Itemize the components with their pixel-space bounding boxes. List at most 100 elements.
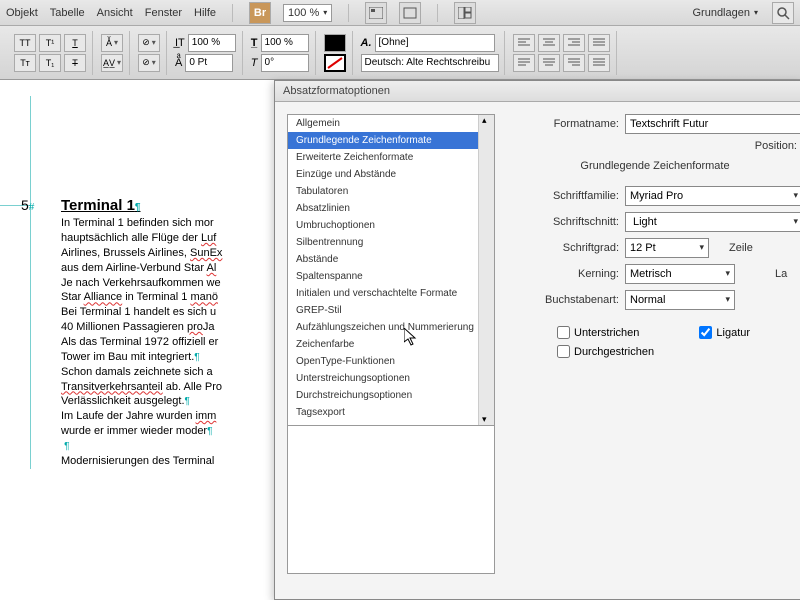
body-line: Schon damals zeichnete sich a (61, 365, 280, 380)
justify-center-btn[interactable] (538, 54, 560, 72)
heading: Terminal 1 (61, 196, 280, 216)
fontsize-label: Schriftgrad: (507, 242, 625, 254)
skew-input[interactable] (261, 54, 309, 72)
category-item[interactable]: Silbentrennung (288, 234, 494, 251)
position-label: Position: (507, 140, 800, 152)
hscale-icon: T̲ (251, 37, 258, 49)
category-item[interactable]: Abstände (288, 251, 494, 268)
vscale-input[interactable] (188, 34, 236, 52)
fontfamily-label: Schriftfamilie: (507, 190, 625, 202)
fontfamily-select[interactable]: Myriad Pro (625, 186, 800, 206)
separator (348, 4, 349, 22)
align-left-btn[interactable] (513, 34, 535, 52)
case-label: Buchstabenart: (507, 294, 625, 306)
tracking-av-btn[interactable]: A̲V̲ (101, 54, 123, 72)
skew-icon: T (251, 57, 258, 69)
justify-right-btn[interactable] (563, 54, 585, 72)
scrollbar[interactable] (478, 115, 494, 425)
body-line: wurde er immer wieder moder (61, 424, 280, 439)
body-line: Bei Terminal 1 handelt es sich u (61, 305, 280, 320)
category-item[interactable]: OpenType-Funktionen (288, 353, 494, 370)
superscript-btn[interactable]: T¹ (39, 34, 61, 52)
underline-btn[interactable]: T (64, 34, 86, 52)
category-item[interactable]: Allgemein (288, 115, 494, 132)
category-item[interactable]: Durchstreichungsoptionen (288, 387, 494, 404)
text-frame[interactable]: 5 Terminal 1 In Terminal 1 befinden sich… (30, 96, 280, 469)
category-item[interactable]: Umbruchoptionen (288, 217, 494, 234)
kerning-av-btn[interactable]: Aͮ (101, 34, 123, 52)
body-line: Als das Terminal 1972 offiziell er (61, 335, 280, 350)
body-line: aus dem Airline-Verbund Star Al (61, 261, 280, 276)
category-item[interactable]: GREP-Stil (288, 302, 494, 319)
menu-objekt[interactable]: Objekt (6, 7, 38, 19)
workspace-switcher[interactable]: Grundlagen▾ (686, 5, 764, 21)
category-item[interactable]: Spaltenspanne (288, 268, 494, 285)
menu-fenster[interactable]: Fenster (145, 7, 182, 19)
paragraph-style-options-dialog: Absatzformatoptionen AllgemeinGrundlegen… (274, 80, 800, 600)
fontstyle-select[interactable]: Light (625, 212, 800, 232)
dialog-title: Absatzformatoptionen (275, 81, 800, 102)
category-item[interactable]: Grundlegende Zeichenformate (288, 132, 494, 149)
section-heading: Grundlegende Zeichenformate (507, 160, 800, 172)
control-panel: TT T¹ T Tᴛ T₁ T Aͮ A̲V̲ ⊘ ⊘ I̲T Aͣ T̲ T … (0, 26, 800, 80)
category-item[interactable]: Tagsexport (288, 404, 494, 421)
category-item[interactable]: Unterstreichungsoptionen (288, 370, 494, 387)
search-icon[interactable] (772, 2, 794, 24)
zoom-level[interactable]: 100 %▾ (283, 4, 332, 22)
leading-label: Zeile (709, 242, 759, 254)
category-item[interactable]: Absatzlinien (288, 200, 494, 217)
align-right-btn[interactable] (563, 34, 585, 52)
ligature-checkbox[interactable]: Ligatur (699, 326, 750, 339)
category-item[interactable]: Zeichenfarbe (288, 336, 494, 353)
menu-hilfe[interactable]: Hilfe (194, 7, 216, 19)
category-item[interactable]: Einzüge und Abstände (288, 166, 494, 183)
category-item[interactable]: Aufzählungszeichen und Nummerierung (288, 319, 494, 336)
view-options-icon[interactable] (365, 2, 387, 24)
arrange-icon[interactable] (454, 2, 476, 24)
divider (288, 425, 494, 426)
fontstyle-label: Schriftschnitt: (507, 216, 625, 228)
fill-swatch[interactable] (324, 34, 346, 52)
justify-btn[interactable] (588, 34, 610, 52)
body-line: Im Laufe der Jahre wurden imm (61, 409, 280, 424)
category-item[interactable]: Initialen und verschachtelte Formate (288, 285, 494, 302)
smallcaps-btn[interactable]: Tᴛ (14, 54, 36, 72)
category-item[interactable]: Tabulatoren (288, 183, 494, 200)
bridge-button[interactable]: Br (249, 2, 271, 24)
body-line: hauptsächlich alle Flüge der Luf (61, 231, 280, 246)
body-line: Star Alliance in Terminal 1 manö (61, 290, 280, 305)
subscript-btn[interactable]: T₁ (39, 54, 61, 72)
formatname-input[interactable]: Textschrift Futur (625, 114, 800, 134)
body-line: 40 Millionen Passagieren proJa (61, 320, 280, 335)
stroke-swatch[interactable] (324, 54, 346, 72)
menu-ansicht[interactable]: Ansicht (97, 7, 133, 19)
fontsize-select[interactable]: 12 Pt (625, 238, 709, 258)
body-line: Airlines, Brussels Airlines, SunEx (61, 246, 280, 261)
strike-btn[interactable]: T (64, 54, 86, 72)
kerning-label: Kerning: (507, 268, 625, 280)
justify-left-btn[interactable] (513, 54, 535, 72)
category-item[interactable]: Erweiterte Zeichenformate (288, 149, 494, 166)
strikethrough-checkbox[interactable]: Durchgestrichen (557, 345, 654, 358)
kerning-select[interactable]: Metrisch (625, 264, 735, 284)
hscale-input[interactable] (261, 34, 309, 52)
menu-tabelle[interactable]: Tabelle (50, 7, 85, 19)
underline-checkbox[interactable]: Unterstrichen (557, 326, 639, 339)
stepper-icon[interactable]: ⊘ (138, 34, 160, 52)
justify-all-btn[interactable] (588, 54, 610, 72)
charstyle-select[interactable] (375, 34, 495, 52)
stepper-icon[interactable]: ⊘ (138, 54, 160, 72)
allcaps-btn[interactable]: TT (14, 34, 36, 52)
screen-mode-icon[interactable] (399, 2, 421, 24)
body-line: Transitverkehrsanteil ab. Alle Pro (61, 380, 280, 395)
page-number: 5 (21, 196, 34, 215)
align-center-btn[interactable] (538, 34, 560, 52)
baseline-input[interactable] (185, 54, 233, 72)
charstyle-icon: A. (361, 37, 372, 49)
menu-bar: Objekt Tabelle Ansicht Fenster Hilfe Br … (0, 0, 800, 26)
category-list[interactable]: AllgemeinGrundlegende ZeichenformateErwe… (287, 114, 495, 574)
body-line: Tower im Bau mit integriert. (61, 350, 280, 365)
separator (437, 4, 438, 22)
language-select[interactable] (361, 54, 499, 72)
case-select[interactable]: Normal (625, 290, 735, 310)
